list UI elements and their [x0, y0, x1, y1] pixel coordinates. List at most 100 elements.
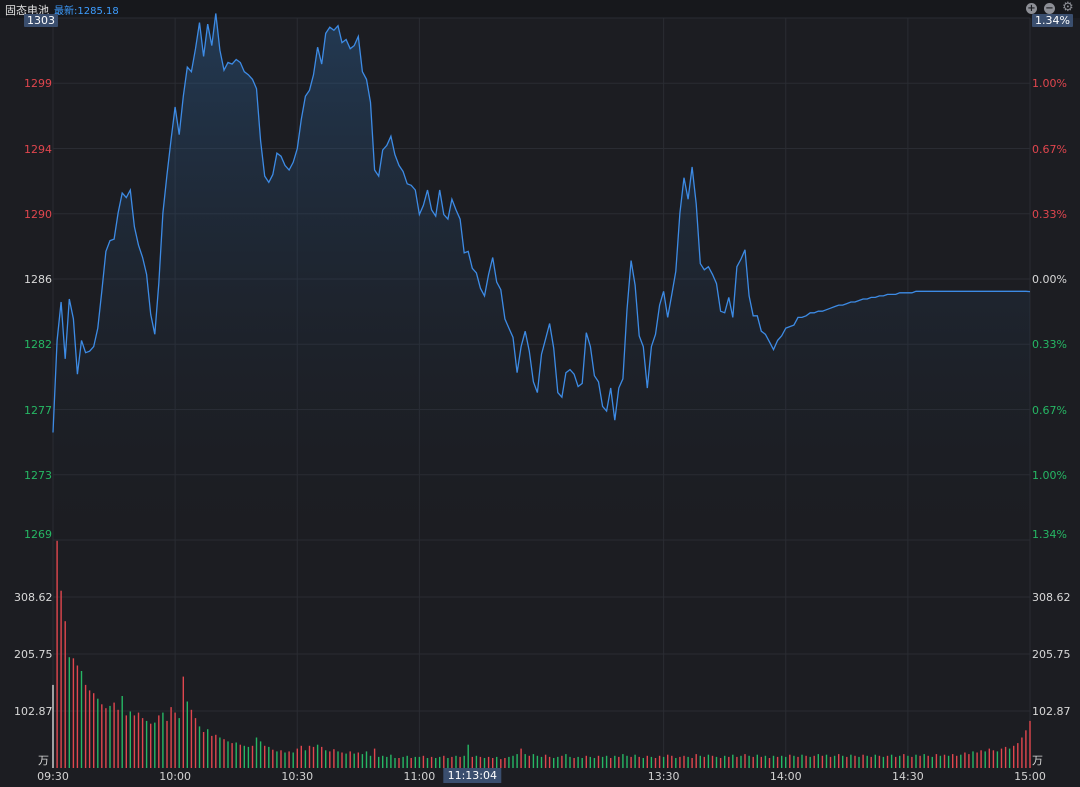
y-tick-label-right: 1.34%	[1032, 528, 1067, 541]
volume-bar	[935, 754, 938, 768]
volume-bar	[329, 751, 331, 768]
y-tick-label-left: 1290	[24, 207, 52, 221]
volume-bar	[251, 745, 254, 768]
volume-tick-label-left: 205.75	[14, 648, 53, 661]
volume-bar	[553, 758, 555, 768]
volume-bar	[846, 756, 848, 768]
volume-tick-label-left: 102.87	[14, 705, 53, 718]
volume-bar	[972, 751, 974, 768]
volume-bar	[724, 755, 726, 768]
volume-bar	[605, 755, 608, 768]
volume-bar	[695, 754, 697, 768]
volume-bar	[202, 732, 205, 768]
volume-bar	[504, 758, 506, 768]
volume-bar	[198, 726, 201, 768]
volume-bar	[577, 756, 579, 768]
volume-bar	[785, 756, 787, 768]
volume-bar	[479, 756, 482, 768]
volume-bar	[691, 758, 693, 768]
volume-bar	[186, 701, 188, 768]
volume-bar	[858, 756, 860, 768]
volume-bar	[463, 755, 465, 768]
volume-bar	[316, 744, 319, 768]
volume-bar	[740, 755, 742, 768]
volume-bar	[1021, 737, 1023, 768]
volume-bar	[402, 756, 404, 768]
volume-bar	[162, 712, 164, 768]
volume-bar	[300, 745, 302, 768]
y-tick-label-right: 1.00%	[1032, 468, 1067, 482]
x-tick-label: 09:30	[37, 770, 69, 783]
volume-bar	[264, 745, 266, 768]
volume-bar	[756, 754, 758, 768]
y-tick-label-left: 1277	[24, 403, 52, 417]
volume-bar	[654, 758, 657, 768]
volume-bar	[84, 684, 87, 768]
volume-bar	[471, 756, 473, 768]
volume-bar	[1017, 743, 1019, 768]
volume-bar	[337, 751, 339, 768]
volume-bar	[369, 755, 372, 768]
volume-bar	[943, 754, 946, 768]
volume-bar	[662, 756, 665, 768]
volume-bar	[141, 718, 144, 768]
y-tick-label-right: 0.33%	[1032, 338, 1067, 352]
volume-bar	[178, 718, 180, 768]
volume-bar	[435, 758, 437, 768]
volume-bar	[333, 749, 335, 768]
volume-bar	[80, 671, 83, 768]
volume-bar	[614, 755, 616, 768]
volume-bar	[776, 756, 779, 768]
volume-bar	[97, 698, 99, 768]
volume-bar	[854, 755, 856, 768]
volume-bar	[321, 746, 323, 768]
y-tick-label-right: 1.34%	[1032, 14, 1073, 27]
x-tick-label: 11:00	[403, 770, 436, 783]
volume-bar	[447, 758, 449, 768]
volume-bar	[1000, 748, 1003, 768]
intraday-chart[interactable]	[0, 0, 1080, 787]
volume-bar	[752, 756, 754, 768]
volume-bar	[239, 744, 241, 768]
volume-bar	[166, 720, 168, 768]
volume-bar	[235, 742, 237, 768]
volume-bar	[259, 741, 262, 768]
volume-bar	[276, 751, 278, 768]
volume-bar	[715, 756, 718, 768]
volume-bar	[569, 756, 571, 768]
volume-bar	[113, 702, 115, 768]
volume-bar	[886, 755, 889, 768]
volume-bar	[68, 657, 70, 768]
volume-bar	[878, 755, 881, 768]
volume-bar	[308, 745, 311, 768]
volume-unit-right: 万	[1032, 754, 1043, 767]
volume-bar	[455, 755, 457, 768]
x-tick-label: 14:00	[769, 770, 802, 783]
volume-bar	[838, 754, 840, 768]
volume-bar	[386, 756, 388, 768]
volume-bar	[422, 755, 425, 768]
volume-bar	[561, 755, 563, 768]
volume-bar	[667, 754, 669, 768]
volume-bar	[658, 755, 661, 768]
volume-bar	[492, 758, 494, 768]
volume-bar	[272, 749, 274, 768]
volume-bar	[618, 756, 620, 768]
volume-bar	[540, 756, 543, 768]
volume-bar	[1029, 720, 1031, 768]
volume-bar	[292, 752, 294, 768]
y-tick-label-right: 0.00%	[1032, 273, 1067, 286]
volume-bar	[341, 752, 343, 768]
volume-bar	[430, 756, 433, 768]
volume-bar	[744, 754, 746, 768]
volume-bar	[532, 754, 535, 768]
volume-bar	[483, 758, 486, 768]
volume-bar	[976, 752, 978, 768]
y-tick-label-left: 1294	[24, 142, 52, 156]
volume-bar	[520, 748, 522, 768]
volume-tick-label-left: 308.62	[14, 591, 53, 604]
volume-bar	[524, 754, 526, 768]
volume-bar	[325, 750, 327, 768]
volume-bar	[467, 744, 469, 768]
volume-bar	[475, 755, 478, 768]
